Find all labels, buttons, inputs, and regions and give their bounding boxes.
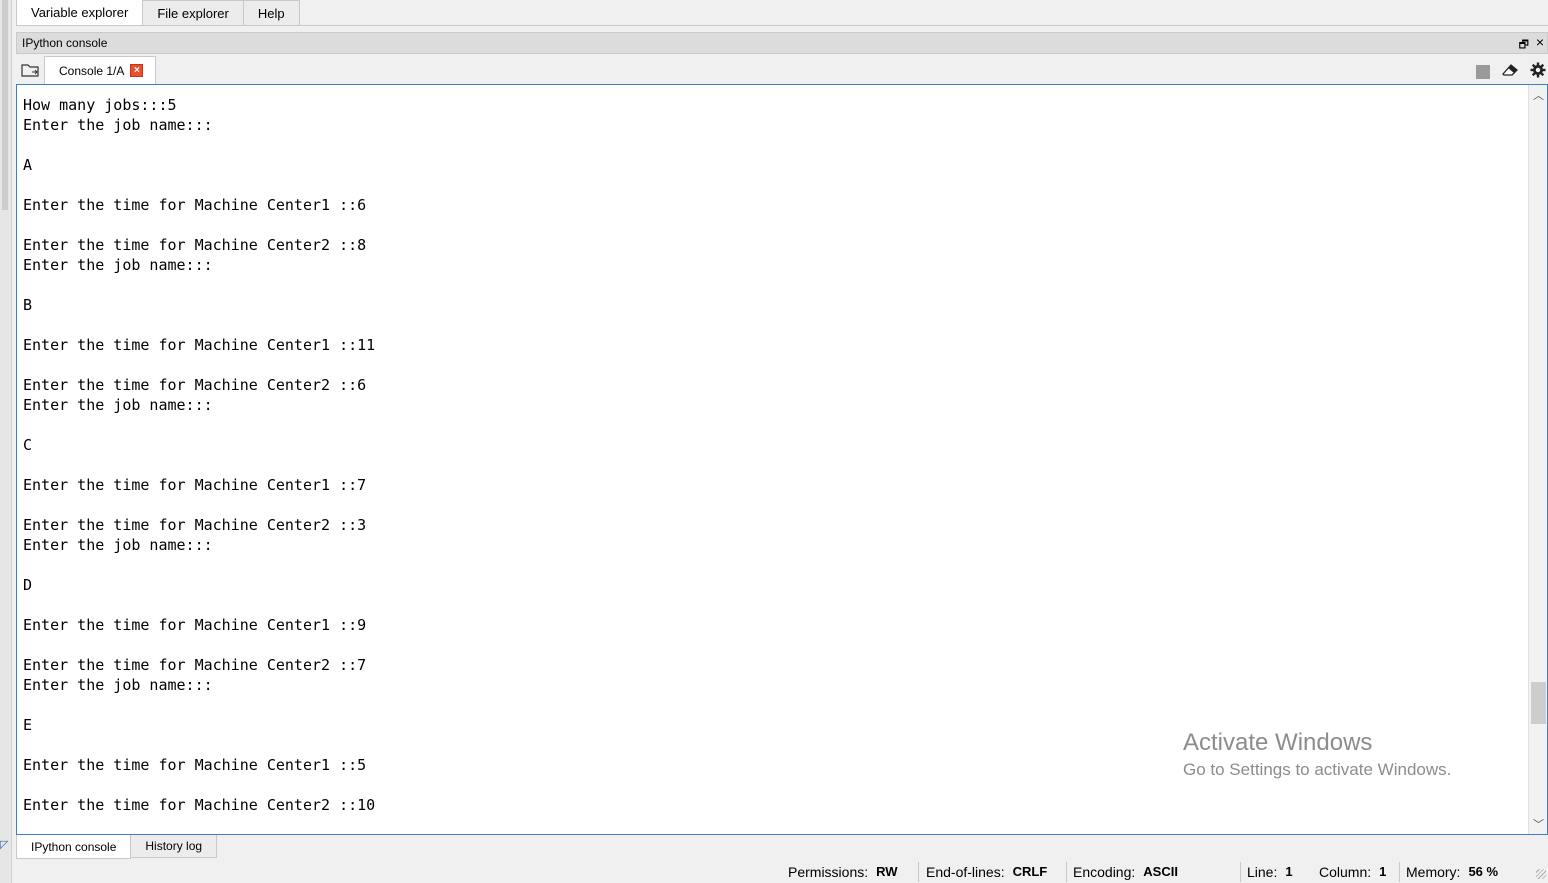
pane-title: IPython console: [22, 36, 108, 50]
tab-help[interactable]: Help: [242, 0, 300, 25]
console-line: Enter the time for Machine Center1 ::11: [23, 336, 376, 354]
folder-icon[interactable]: [16, 56, 44, 84]
console-tab-label: Console 1/A: [59, 63, 125, 78]
permissions-value: RW: [876, 864, 898, 879]
console-line: Enter the time for Machine Center1 ::9: [23, 616, 367, 634]
console-scrollbar[interactable]: ︿ ﹀: [1528, 85, 1547, 834]
encoding-value: ASCII: [1143, 864, 1178, 879]
scroll-up-icon[interactable]: ︿: [1533, 87, 1544, 103]
console-line: Enter the time for Machine Center2 ::3: [23, 516, 367, 534]
status-divider: [1240, 862, 1241, 882]
console-line: C: [23, 436, 33, 454]
status-eol: End-of-lines: CRLF: [926, 864, 1047, 880]
pane-header: IPython console 🗗 ×: [16, 32, 1548, 54]
status-encoding: Encoding: ASCII: [1073, 864, 1178, 880]
watermark-subtitle: Go to Settings to activate Windows.: [1183, 760, 1452, 779]
console-line: Enter the time for Machine Center1 ::5: [23, 756, 367, 774]
console-line: How many jobs:::5: [23, 96, 177, 114]
status-column: Column: 1: [1319, 864, 1386, 880]
memory-label: Memory:: [1406, 864, 1461, 880]
column-value: 1: [1379, 864, 1387, 879]
watermark-title: Activate Windows: [1183, 729, 1373, 756]
top-tab-bar: Variable explorer File explorer Help: [16, 0, 1548, 26]
status-memory: Memory: 56 %: [1406, 864, 1498, 880]
console-toolbar: [1476, 62, 1546, 81]
console-line: Enter the job name:::: [23, 536, 213, 554]
console-line: Enter the time for Machine Center2 ::7: [23, 656, 367, 674]
console-line: Enter the time for Machine Center1 ::6: [23, 196, 367, 214]
gear-icon[interactable]: [1530, 62, 1546, 81]
activation-watermark: Activate Windows Go to Settings to activ…: [1183, 728, 1451, 782]
left-splitter[interactable]: ◸: [0, 0, 12, 883]
console-tab-row: Console 1/A ×: [16, 56, 1548, 84]
console-line: Enter the time for Machine Center2 ::6: [23, 376, 367, 394]
tab-file-explorer[interactable]: File explorer: [142, 0, 244, 25]
tab-ipython-console[interactable]: IPython console: [16, 835, 132, 859]
scroll-thumb[interactable]: [1531, 682, 1546, 724]
scroll-down-icon[interactable]: ﹀: [1533, 816, 1544, 832]
console-line: Enter the time for Machine Center2 ::10: [23, 796, 376, 814]
eol-value: CRLF: [1012, 864, 1048, 879]
stop-icon[interactable]: [1476, 64, 1490, 79]
memory-value: 56 %: [1468, 864, 1499, 879]
undock-icon[interactable]: 🗗: [1519, 36, 1529, 55]
close-pane-icon[interactable]: ×: [1536, 34, 1544, 50]
status-divider: [918, 862, 919, 882]
console-line: Enter the time for Machine Center2 ::8: [23, 236, 367, 254]
status-divider: [1066, 862, 1067, 882]
status-line: Line: 1: [1247, 864, 1293, 880]
encoding-label: Encoding:: [1073, 864, 1136, 880]
console-output-text: How many jobs:::5Enter the job name::: A…: [23, 95, 375, 815]
tab-history-log[interactable]: History log: [130, 835, 218, 858]
status-permissions: Permissions: RW: [788, 864, 898, 880]
console-line: A: [23, 156, 33, 174]
console-line: Enter the job name:::: [23, 396, 213, 414]
console-output-area[interactable]: How many jobs:::5Enter the job name::: A…: [16, 84, 1548, 835]
status-divider: [1399, 862, 1400, 882]
console-line: Enter the job name:::: [23, 256, 213, 274]
line-value: 1: [1285, 864, 1293, 879]
tab-console-1a[interactable]: Console 1/A ×: [44, 56, 157, 84]
permissions-label: Permissions:: [788, 864, 869, 880]
eraser-icon[interactable]: [1501, 63, 1519, 80]
column-label: Column:: [1319, 864, 1372, 880]
console-line: B: [23, 296, 33, 314]
console-line: D: [23, 576, 33, 594]
resize-grip[interactable]: [1536, 869, 1546, 879]
close-tab-icon[interactable]: ×: [130, 64, 144, 77]
status-bar: Permissions: RW End-of-lines: CRLF Encod…: [0, 860, 1548, 883]
tab-variable-explorer[interactable]: Variable explorer: [16, 0, 144, 25]
console-line: Enter the time for Machine Center1 ::7: [23, 476, 367, 494]
eol-label: End-of-lines:: [926, 864, 1005, 880]
console-line: E: [23, 716, 33, 734]
console-line: Enter the job name:::: [23, 116, 213, 134]
console-line: Enter the job name:::: [23, 676, 213, 694]
line-label: Line:: [1247, 864, 1278, 880]
bottom-tab-bar: IPython console History log: [16, 835, 218, 859]
left-scroll-thumb[interactable]: [2, 0, 8, 210]
splitter-arrow-icon: ◸: [0, 839, 9, 851]
